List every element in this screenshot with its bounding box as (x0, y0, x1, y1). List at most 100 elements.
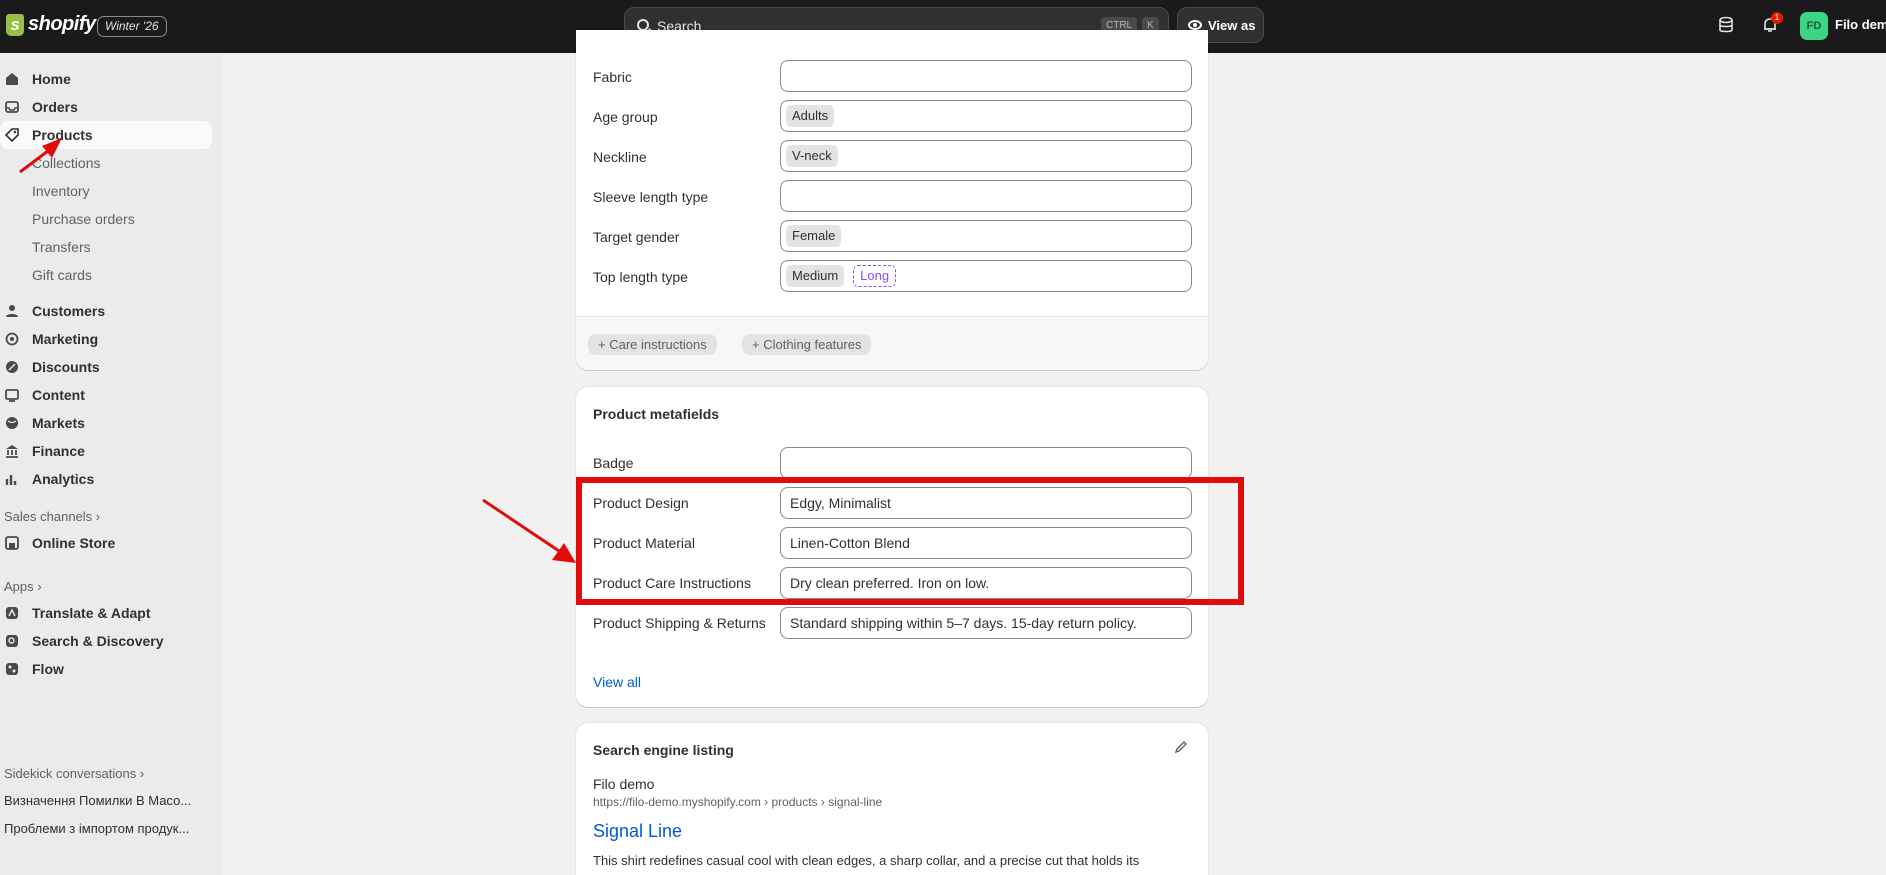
tag-icon (5, 128, 19, 142)
database-icon[interactable] (1717, 16, 1735, 34)
seo-store-name: Filo demo (593, 776, 655, 792)
sidebar-item-label: Customers (32, 303, 106, 319)
sidebar-item-label: Analytics (32, 471, 95, 487)
sidebar-item-label: Flow (32, 661, 64, 677)
store-name[interactable]: Filo demo (1835, 17, 1886, 32)
tag-chip[interactable]: Female (786, 225, 842, 247)
apps-heading[interactable]: Apps › (4, 579, 42, 594)
view-as-label: View as (1208, 18, 1256, 33)
sidebar-item-customers[interactable]: Customers (0, 297, 212, 325)
sidebar-item-label: Home (32, 71, 71, 87)
sidebar-item-marketing[interactable]: Marketing (0, 325, 212, 353)
field-label: Product Shipping & Returns (593, 615, 766, 631)
tag-chip[interactable]: Adults (786, 105, 835, 127)
card-title: Search engine listing (593, 742, 734, 758)
field-label: Top length type (593, 269, 688, 285)
conversation-item[interactable]: Проблеми з імпортом продук... (4, 821, 209, 836)
sidebar-item-label: Orders (32, 99, 78, 115)
highlight-annotation-box (576, 477, 1244, 605)
apps-label: Apps (4, 579, 34, 594)
bank-icon (6, 445, 18, 458)
sidebar-item-label: Discounts (32, 359, 100, 375)
sidebar-item-label: Products (32, 127, 93, 143)
fabric-field[interactable] (780, 60, 1192, 92)
view-all-link[interactable]: View all (593, 674, 641, 690)
badge-field[interactable] (780, 447, 1192, 479)
sidebar-item-search-discovery[interactable]: Search & Discovery (0, 627, 212, 655)
sales-channels-label: Sales channels (4, 509, 93, 524)
content-icon (5, 389, 19, 402)
neckline-field[interactable]: V-neck (780, 140, 1192, 172)
sidebar-item-analytics[interactable]: Analytics (0, 465, 212, 493)
sidekick-heading[interactable]: Sidekick conversations › (4, 766, 144, 781)
chevron-right-icon: › (139, 766, 145, 781)
conversation-item[interactable]: Визначення Помилки В Масо... (4, 793, 209, 808)
field-label: Target gender (593, 229, 680, 245)
sidebar-item-flow[interactable]: Flow (0, 655, 212, 683)
field-label: Neckline (593, 149, 647, 165)
sidebar-item-label: Search & Discovery (32, 633, 164, 649)
sidebar-item-label: Content (32, 387, 85, 403)
sidebar-item-markets[interactable]: Markets (0, 409, 212, 437)
suggested-tag-chip[interactable]: Long (853, 265, 897, 287)
sidebar-subitem-inventory[interactable]: Inventory (32, 183, 90, 199)
person-icon (6, 305, 18, 317)
sidebar-item-finance[interactable]: Finance (0, 437, 212, 465)
tag-chip[interactable]: Medium (786, 265, 845, 287)
product-shipping-returns-field[interactable]: Standard shipping within 5–7 days. 15-da… (780, 607, 1192, 639)
top-length-type-field[interactable]: Medium Long (780, 260, 1192, 292)
target-gender-field[interactable]: Female (780, 220, 1192, 252)
home-icon (6, 73, 18, 85)
shopify-bag-icon (6, 13, 24, 36)
target-icon (5, 332, 19, 346)
sidebar-item-content[interactable]: Content (0, 381, 212, 409)
globe-icon (6, 417, 18, 429)
sidebar-item-orders[interactable]: Orders (0, 93, 212, 121)
seo-description: This shirt redefines casual cool with cl… (593, 853, 1140, 868)
field-label: Age group (593, 109, 658, 125)
sidebar-subitem-transfers[interactable]: Transfers (32, 239, 91, 255)
field-label: Sleeve length type (593, 189, 709, 205)
sidebar-item-label: Translate & Adapt (32, 605, 151, 621)
sidebar-item-label: Markets (32, 415, 85, 431)
age-group-field[interactable]: Adults (780, 100, 1192, 132)
seo-url: https://filo-demo.myshopify.com › produc… (593, 795, 883, 809)
sidebar-item-online-store[interactable]: Online Store (0, 529, 212, 557)
sidebar-item-translate-adapt[interactable]: Translate & Adapt (0, 599, 212, 627)
store-icon (5, 536, 19, 550)
sleeve-length-type-field[interactable] (780, 180, 1192, 212)
sidebar-item-label: Finance (32, 443, 85, 459)
sales-channels-heading[interactable]: Sales channels › (4, 509, 100, 524)
chevron-right-icon: › (37, 579, 42, 594)
eye-icon (1188, 20, 1202, 30)
sidebar-subitem-gift-cards[interactable]: Gift cards (32, 267, 92, 283)
pencil-icon[interactable] (1174, 740, 1188, 754)
avatar[interactable]: FD (1800, 12, 1828, 40)
field-label: Badge (593, 455, 634, 471)
category-metafields-card: Fabric Age group Adults Neckline V-neck … (576, 30, 1208, 370)
sidekick-label: Sidekick conversations (4, 766, 137, 781)
add-care-instructions-button[interactable]: + Care instructions (588, 334, 717, 355)
sidebar-item-home[interactable]: Home (0, 65, 212, 93)
edition-badge[interactable]: Winter '26 (97, 16, 167, 37)
chevron-right-icon: › (95, 509, 101, 524)
add-clothing-features-button[interactable]: + Clothing features (742, 334, 872, 355)
card-title: Product metafields (593, 406, 720, 422)
shopify-logo[interactable]: shopify (6, 13, 96, 36)
sidebar-item-label: Marketing (32, 331, 99, 347)
arrow-to-metafields (482, 498, 576, 563)
card-footer: + Care instructions + Clothing features (576, 316, 1208, 370)
sidebar: Home Orders Products Collections Invento… (0, 53, 222, 875)
seo-page-title: Signal Line (593, 821, 683, 841)
search-engine-listing-card: Search engine listing Filo demo https://… (576, 723, 1208, 875)
sidebar-item-label: Online Store (32, 535, 116, 551)
sidebar-subitem-purchase-orders[interactable]: Purchase orders (32, 211, 135, 227)
sidebar-subitem-collections[interactable]: Collections (32, 155, 100, 171)
tag-chip[interactable]: V-neck (786, 145, 838, 167)
sidebar-item-discounts[interactable]: Discounts (0, 353, 212, 381)
discount-icon (6, 361, 18, 373)
flow-app-icon (6, 663, 18, 675)
sidebar-item-products[interactable]: Products (0, 121, 212, 149)
brand-name: shopify (28, 13, 96, 35)
field-label: Fabric (593, 69, 632, 85)
